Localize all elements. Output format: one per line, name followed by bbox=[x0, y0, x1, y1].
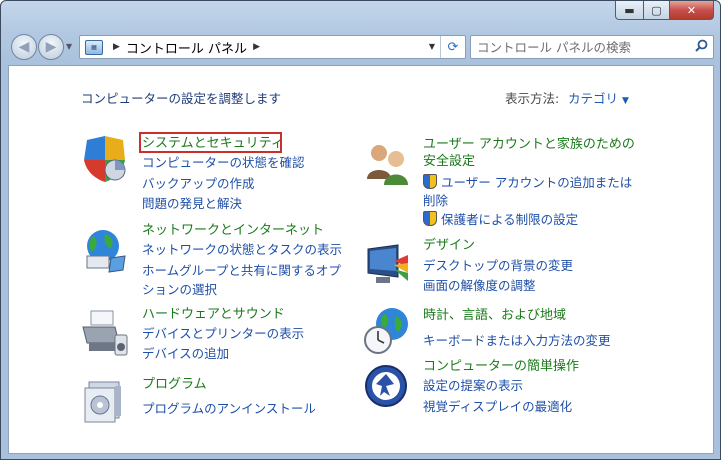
search-box[interactable] bbox=[470, 35, 714, 59]
close-button[interactable]: ✕ bbox=[670, 1, 714, 20]
programs-box-icon[interactable] bbox=[81, 376, 129, 424]
category-title-network-internet[interactable]: ネットワークとインターネット bbox=[142, 222, 324, 239]
uac-shield-icon bbox=[423, 174, 437, 189]
link-uninstall-program[interactable]: プログラムのアンインストール bbox=[142, 400, 316, 417]
link-devices-printers[interactable]: デバイスとプリンターの表示 bbox=[142, 325, 304, 342]
clock-globe-icon[interactable] bbox=[364, 306, 412, 354]
breadcrumb-control-panel[interactable]: コントロール パネル bbox=[126, 38, 247, 57]
link-change-keyboard-input[interactable]: キーボードまたは入力方法の変更 bbox=[423, 332, 611, 349]
printer-hardware-icon[interactable] bbox=[81, 309, 129, 357]
link-add-remove-user-accounts[interactable]: ユーザー アカウントの追加または削除 bbox=[423, 174, 643, 210]
minimize-button[interactable]: ▬ bbox=[615, 1, 644, 20]
maximize-button[interactable]: ▢ bbox=[644, 1, 670, 20]
link-add-device[interactable]: デバイスの追加 bbox=[142, 345, 229, 362]
link-optimize-visual-display[interactable]: 視覚ディスプレイの最適化 bbox=[423, 398, 572, 415]
link-check-computer-status[interactable]: コンピューターの状態を確認 bbox=[142, 154, 305, 171]
address-dropdown-icon[interactable]: ▼ bbox=[429, 42, 435, 51]
link-homegroup-sharing-options[interactable]: ホームグループと共有に関するオプションの選択 bbox=[142, 261, 350, 299]
search-input[interactable] bbox=[475, 37, 689, 57]
control-panel-window: ▬ ▢ ✕ ◀ ▶ ▼ ▦ ▶ コントロール パネル ▶ ▼ ⟳ コンピューター… bbox=[0, 0, 721, 460]
category-title-appearance[interactable]: デザイン bbox=[423, 237, 475, 254]
link-adjust-screen-resolution[interactable]: 画面の解像度の調整 bbox=[423, 277, 536, 294]
link-change-desktop-background[interactable]: デスクトップの背景の変更 bbox=[423, 257, 573, 274]
link-find-fix-problems[interactable]: 問題の発見と解決 bbox=[142, 195, 242, 212]
network-globe-icon[interactable] bbox=[81, 226, 129, 274]
category-title-hardware-sound[interactable]: ハードウェアとサウンド bbox=[142, 306, 285, 323]
uac-shield-icon bbox=[423, 211, 437, 226]
address-separator-icon[interactable]: ▶ bbox=[253, 42, 260, 52]
ease-of-access-icon[interactable] bbox=[364, 362, 412, 410]
view-by-dropdown[interactable]: カテゴリ ▼ bbox=[568, 88, 629, 107]
appearance-display-icon[interactable] bbox=[364, 241, 412, 289]
view-by-label: 表示方法: bbox=[505, 91, 560, 106]
address-bar[interactable]: ▦ ▶ コントロール パネル ▶ ▼ ⟳ bbox=[79, 35, 466, 59]
content-area: コンピューターの設定を調整します 表示方法: カテゴリ ▼ システムとセキュリティ… bbox=[8, 65, 714, 454]
link-create-backup[interactable]: バックアップの作成 bbox=[142, 175, 255, 192]
page-title: コンピューターの設定を調整します bbox=[81, 91, 282, 106]
link-network-status-tasks[interactable]: ネットワークの状態とタスクの表示 bbox=[142, 241, 342, 258]
navigation-bar: ◀ ▶ ▼ ▦ ▶ コントロール パネル ▶ ▼ ⟳ bbox=[1, 31, 720, 63]
link-let-windows-suggest-settings[interactable]: 設定の提案の表示 bbox=[423, 377, 523, 394]
category-title-programs[interactable]: プログラム bbox=[142, 376, 207, 393]
address-separator-icon[interactable]: ▶ bbox=[113, 42, 120, 52]
category-title-user-accounts-family-safety[interactable]: ユーザー アカウントと家族のための安全設定 bbox=[423, 136, 639, 170]
refresh-icon[interactable]: ⟳ bbox=[440, 36, 465, 58]
system-security-icon[interactable] bbox=[81, 136, 129, 184]
link-parental-controls[interactable]: 保護者による制限の設定 bbox=[423, 211, 578, 228]
recent-pages-dropdown[interactable]: ▼ bbox=[66, 42, 72, 51]
forward-button[interactable]: ▶ bbox=[38, 34, 64, 60]
highlight-box-system-security bbox=[139, 132, 282, 153]
chevron-down-icon: ▼ bbox=[622, 96, 629, 106]
caption-buttons: ▬ ▢ ✕ bbox=[615, 1, 714, 20]
category-title-ease-of-access[interactable]: コンピューターの簡単操作 bbox=[423, 358, 579, 375]
search-icon[interactable] bbox=[695, 39, 708, 56]
control-panel-icon: ▦ bbox=[85, 39, 103, 55]
category-title-clock-language-region[interactable]: 時計、言語、および地域 bbox=[423, 307, 566, 324]
user-accounts-icon[interactable] bbox=[364, 139, 412, 187]
back-button[interactable]: ◀ bbox=[11, 34, 37, 60]
